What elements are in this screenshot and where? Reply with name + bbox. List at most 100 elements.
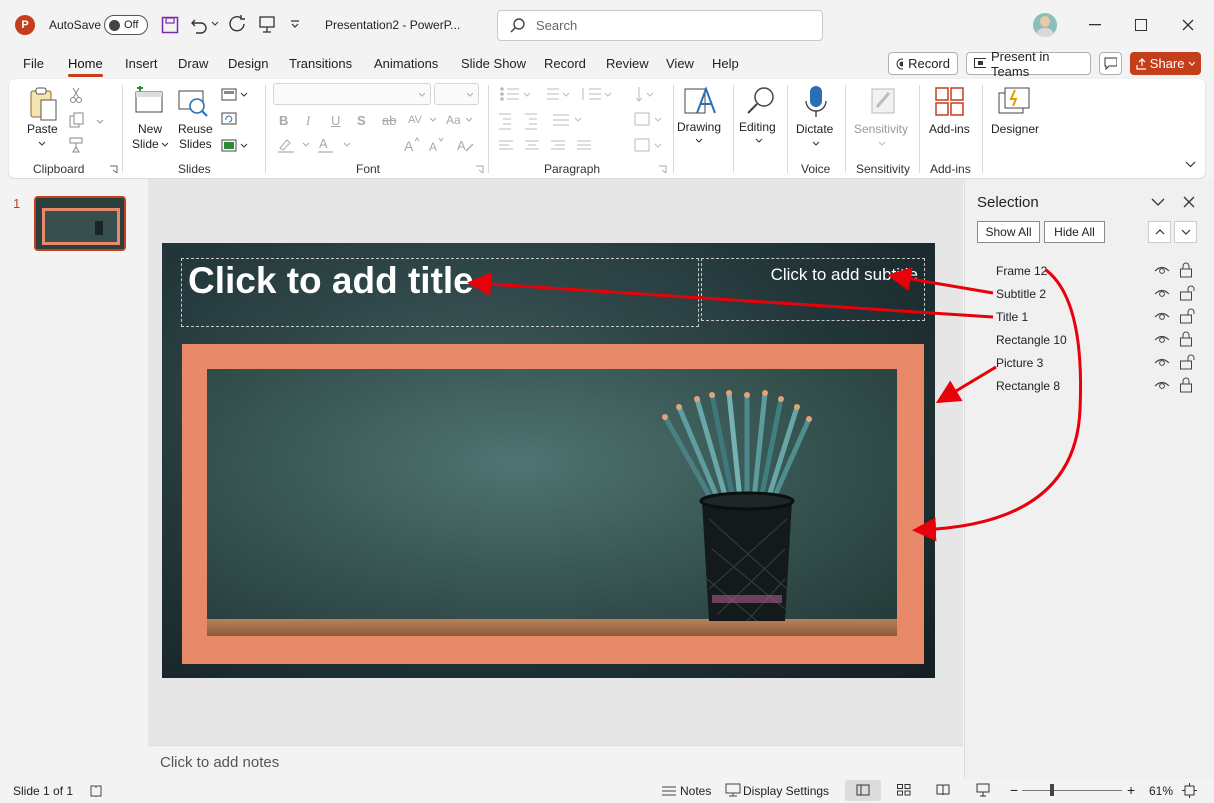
list-item[interactable]: Picture 3 — [996, 356, 1043, 370]
tab-slide-show[interactable]: Slide Show — [461, 56, 526, 71]
lock-closed-icon[interactable] — [1179, 331, 1193, 347]
zoom-slider-track[interactable] — [1022, 790, 1122, 791]
lock-open-icon[interactable] — [1179, 285, 1195, 301]
tab-draw[interactable]: Draw — [178, 56, 208, 71]
paste-icon[interactable] — [28, 86, 58, 122]
save-icon[interactable] — [161, 16, 179, 34]
pane-options-chevron-icon[interactable] — [1151, 198, 1165, 206]
new-slide-label-2[interactable]: Slide — [132, 137, 159, 152]
undo-icon[interactable] — [190, 16, 208, 34]
reuse-slides-label-2[interactable]: Slides — [179, 137, 212, 152]
copy-icon[interactable] — [69, 112, 85, 128]
tab-home[interactable]: Home — [68, 56, 103, 77]
slide-sorter-icon[interactable] — [897, 784, 911, 796]
drawing-icon[interactable] — [683, 85, 717, 119]
character-spacing-icon[interactable]: AV — [408, 113, 438, 127]
list-item[interactable]: Subtitle 2 — [996, 287, 1046, 301]
font-size-combo[interactable] — [434, 83, 479, 105]
designer-icon[interactable] — [997, 85, 1031, 117]
add-ins-label[interactable]: Add-ins — [929, 122, 970, 137]
decrease-font-icon[interactable]: A — [429, 137, 447, 153]
present-in-teams-button[interactable]: Present in Teams — [966, 49, 1091, 79]
reuse-slides-label-1[interactable]: Reuse — [178, 122, 213, 137]
dictate-dropdown-icon[interactable] — [812, 141, 820, 146]
editing-dropdown-icon[interactable] — [755, 138, 763, 143]
normal-view-button[interactable] — [845, 780, 881, 801]
section-icon[interactable] — [221, 139, 251, 153]
close-pane-icon[interactable] — [1183, 196, 1195, 208]
font-name-combo[interactable] — [273, 83, 431, 105]
visibility-eye-icon[interactable] — [1154, 311, 1170, 323]
search-box[interactable]: Search — [497, 10, 823, 41]
paste-dropdown-icon[interactable] — [38, 141, 46, 146]
notes-toggle[interactable]: Notes — [680, 784, 711, 798]
bring-forward-button[interactable] — [1148, 221, 1171, 243]
bold-button[interactable]: B — [279, 113, 288, 128]
fit-slide-icon[interactable] — [1182, 783, 1197, 798]
drawing-dropdown-icon[interactable] — [695, 138, 703, 143]
send-backward-button[interactable] — [1174, 221, 1197, 243]
slide[interactable]: Click to add title Click to add subtitle — [162, 243, 935, 678]
undo-dropdown-icon[interactable] — [211, 21, 219, 27]
tab-design[interactable]: Design — [228, 56, 268, 71]
present-from-start-icon[interactable] — [258, 15, 276, 33]
tab-record[interactable]: Record — [544, 56, 586, 71]
collapse-ribbon-icon[interactable] — [1185, 161, 1196, 168]
clipboard-launcher-icon[interactable] — [109, 165, 118, 174]
shadow-button[interactable]: S — [357, 113, 366, 128]
highlight-icon[interactable] — [277, 137, 313, 153]
designer-label[interactable]: Designer — [991, 122, 1039, 137]
chalkboard-picture[interactable] — [207, 369, 897, 636]
list-item[interactable]: Rectangle 10 — [996, 333, 1067, 347]
drawing-label[interactable]: Drawing — [677, 120, 721, 135]
paste-label[interactable]: Paste — [27, 122, 58, 137]
accessibility-icon[interactable] — [89, 784, 103, 798]
change-case-icon[interactable]: Aa — [446, 113, 476, 127]
reset-icon[interactable] — [221, 112, 237, 126]
lock-closed-icon[interactable] — [1179, 377, 1193, 393]
record-button[interactable]: Record — [888, 52, 958, 75]
zoom-in-button[interactable]: + — [1127, 782, 1135, 798]
new-slide-icon[interactable] — [133, 86, 165, 116]
title-placeholder[interactable]: Click to add title — [181, 258, 699, 327]
italic-button[interactable]: I — [306, 113, 310, 129]
subtitle-placeholder[interactable]: Click to add subtitle — [701, 258, 925, 321]
list-item[interactable]: Frame 12 — [996, 264, 1047, 278]
copy-dropdown-icon[interactable] — [96, 119, 104, 124]
close-window-icon[interactable] — [1182, 19, 1194, 31]
hide-all-button[interactable]: Hide All — [1044, 221, 1105, 243]
show-all-button[interactable]: Show All — [977, 221, 1040, 243]
zoom-slider-thumb[interactable] — [1050, 784, 1054, 796]
visibility-eye-icon[interactable] — [1154, 357, 1170, 369]
list-item[interactable]: Rectangle 8 — [996, 379, 1060, 393]
slide-thumbnail[interactable] — [34, 196, 126, 251]
tab-help[interactable]: Help — [712, 56, 739, 71]
lock-open-icon[interactable] — [1179, 354, 1195, 370]
underline-button[interactable]: U — [331, 113, 340, 128]
font-color-icon[interactable]: A — [318, 137, 354, 153]
notes-icon[interactable] — [661, 785, 677, 797]
minimize-icon[interactable] — [1089, 24, 1101, 26]
tab-insert[interactable]: Insert — [125, 56, 158, 71]
notes-pane[interactable]: Click to add notes — [148, 745, 963, 779]
display-settings-icon[interactable] — [725, 783, 741, 797]
tab-animations[interactable]: Animations — [374, 56, 438, 71]
zoom-out-button[interactable]: − — [1010, 782, 1018, 798]
maximize-icon[interactable] — [1135, 19, 1147, 31]
tab-file[interactable]: File — [23, 56, 44, 71]
share-button[interactable]: Share — [1130, 52, 1201, 75]
new-slide-dropdown-icon[interactable] — [161, 142, 169, 147]
tab-review[interactable]: Review — [606, 56, 649, 71]
visibility-eye-icon[interactable] — [1154, 288, 1170, 300]
reuse-slides-icon[interactable] — [177, 88, 209, 118]
increase-font-icon[interactable]: A — [404, 137, 422, 153]
lock-open-icon[interactable] — [1179, 308, 1195, 324]
visibility-eye-icon[interactable] — [1154, 334, 1170, 346]
strikethrough-button[interactable]: ab — [382, 113, 396, 128]
lock-closed-icon[interactable] — [1179, 262, 1193, 278]
avatar[interactable] — [1033, 13, 1057, 37]
zoom-level[interactable]: 61% — [1149, 784, 1173, 798]
visibility-eye-icon[interactable] — [1154, 380, 1170, 392]
visibility-eye-icon[interactable] — [1154, 265, 1170, 277]
tab-transitions[interactable]: Transitions — [289, 56, 352, 71]
